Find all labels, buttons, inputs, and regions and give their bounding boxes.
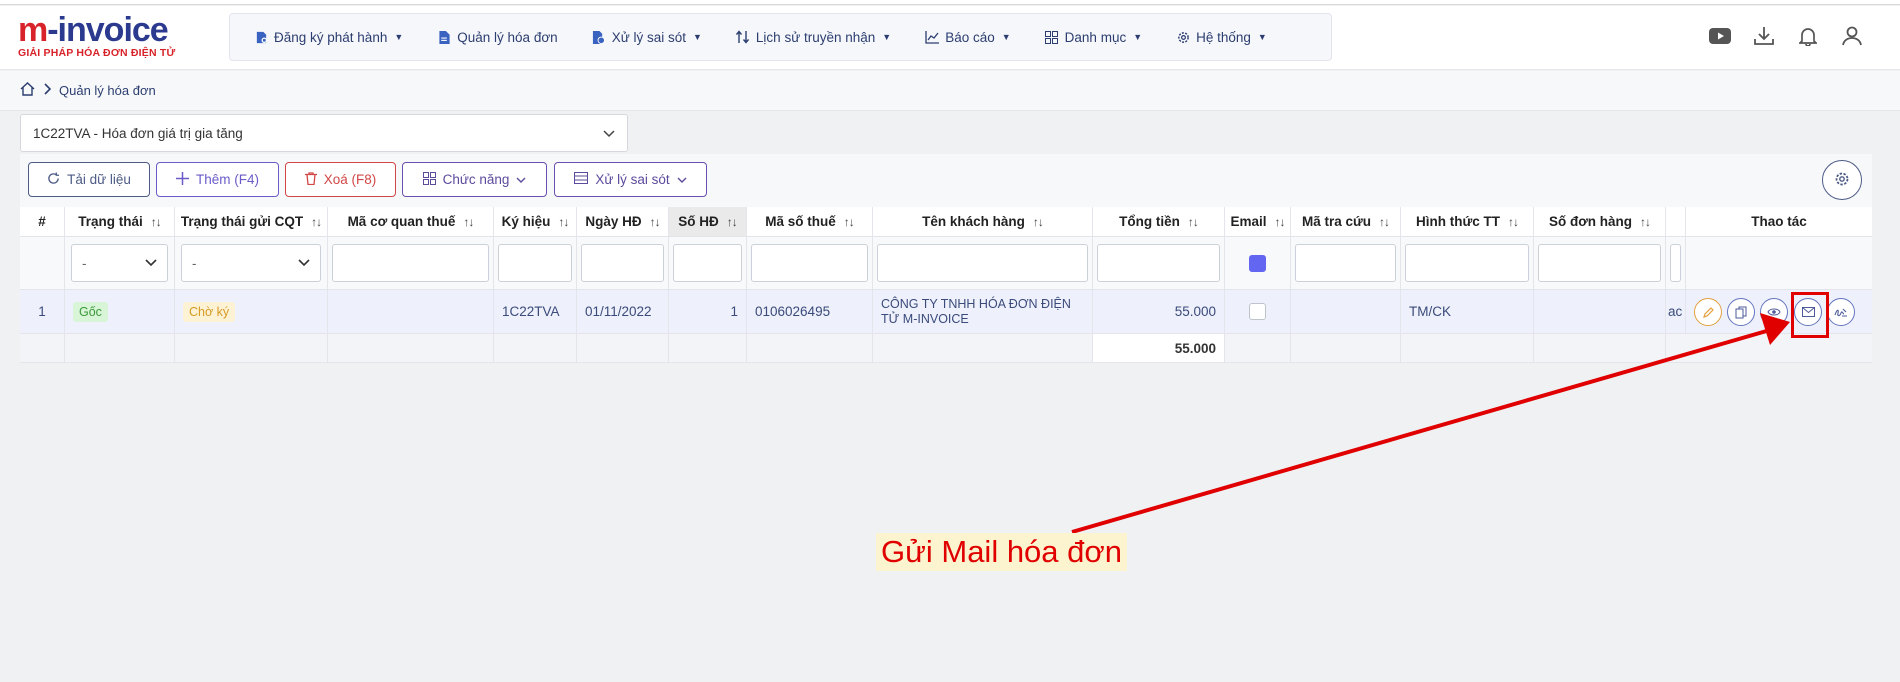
annotation-arrow xyxy=(1071,313,1790,534)
annotation-label: Gửi Mail hóa đơn xyxy=(876,533,1127,571)
